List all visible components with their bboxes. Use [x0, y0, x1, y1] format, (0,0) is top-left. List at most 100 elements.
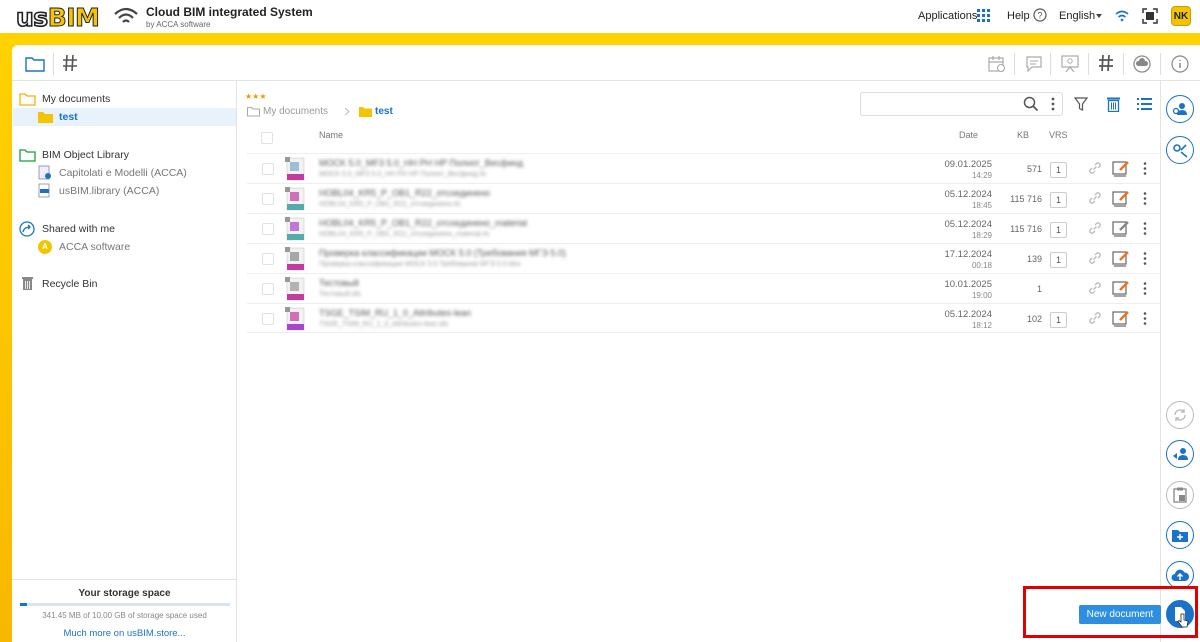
file-name[interactable]: Тестовый — [319, 278, 359, 288]
link-icon[interactable] — [1087, 160, 1103, 176]
breadcrumb-current[interactable]: test — [375, 106, 393, 117]
row-checkbox[interactable] — [262, 193, 274, 205]
edit-icon[interactable] — [1112, 219, 1130, 237]
help-icon[interactable]: ? — [1033, 8, 1047, 22]
edit-icon[interactable] — [1112, 159, 1130, 177]
usbim-logo[interactable]: usBIM — [15, 2, 100, 33]
more-vertical-icon[interactable] — [1142, 281, 1148, 296]
sidebar-item-recycle-bin[interactable]: Recycle Bin — [21, 276, 236, 291]
file-path: MOCK 5.0_MF3 5.0_HH PH HP Полнот_Весфинд… — [319, 171, 487, 178]
language-select[interactable]: English — [1059, 10, 1095, 22]
apps-grid-icon[interactable] — [977, 9, 990, 22]
sidebar-item-shared-with-me[interactable]: Shared with me — [19, 220, 236, 237]
comments-icon[interactable] — [1025, 55, 1043, 73]
toolbar-divider — [1014, 53, 1015, 75]
sync-button[interactable] — [1166, 401, 1194, 429]
cloud-download-icon[interactable] — [1133, 55, 1151, 73]
edit-icon[interactable] — [1112, 309, 1130, 327]
tag-hash-icon[interactable] — [1098, 54, 1114, 72]
more-vertical-icon[interactable] — [1142, 251, 1148, 266]
edit-icon[interactable] — [1112, 279, 1130, 297]
file-time: 14:29 — [971, 171, 992, 180]
clipboard-button[interactable] — [1166, 481, 1194, 509]
hashtag-view-icon[interactable] — [62, 54, 78, 72]
sidebar-item-acca-software[interactable]: A ACCA software — [38, 239, 236, 254]
more-vertical-icon[interactable] — [1142, 221, 1148, 236]
version-badge[interactable]: 1 — [1050, 192, 1067, 208]
link-icon[interactable] — [1087, 220, 1103, 236]
file-size: 139 — [1026, 254, 1042, 264]
tools-button[interactable] — [1166, 136, 1194, 164]
file-time: 19:00 — [971, 291, 992, 300]
file-name[interactable]: TSGE_TSIM_RU_1_0_Attributes-lean — [319, 308, 471, 318]
calendar-icon[interactable] — [988, 55, 1006, 73]
row-checkbox[interactable] — [262, 223, 274, 235]
connection-icon[interactable] — [1115, 9, 1129, 22]
sidebar-item-usbim-library[interactable]: usBIM.library (ACCA) — [38, 183, 236, 198]
table-row[interactable]: Проверка классификации MOCK 5.0 (Требова… — [247, 243, 1160, 273]
share-user-button[interactable] — [1166, 440, 1194, 468]
user-settings-button[interactable] — [1166, 95, 1194, 123]
table-row[interactable]: TSGE_TSIM_RU_1_0_Attributes-lean TSGE_TS… — [247, 303, 1160, 333]
store-link[interactable]: Much more on usBIM.store... — [12, 628, 237, 639]
file-name[interactable]: Проверка классификации MOCK 5.0 (Требова… — [319, 248, 566, 258]
file-name[interactable]: HOBL04_KR5_P_OB1_R22_отсоединено_materia… — [319, 218, 527, 228]
rating-stars[interactable]: ★★★ — [245, 92, 267, 101]
row-checkbox[interactable] — [262, 253, 274, 265]
edit-icon[interactable] — [1112, 189, 1130, 207]
column-kb[interactable]: KB — [1017, 130, 1029, 140]
more-vertical-icon[interactable] — [1142, 191, 1148, 206]
more-vertical-icon[interactable] — [1142, 311, 1148, 326]
applications-link[interactable]: Applications — [918, 10, 977, 22]
toolbar-divider — [1123, 53, 1124, 75]
chevron-down-icon[interactable] — [1096, 14, 1102, 18]
upload-button[interactable] — [1166, 561, 1194, 589]
file-name[interactable]: MOCK 5.0_MF3 5.0_HH PH HP Полнот_Весфинд — [319, 158, 523, 168]
link-icon[interactable] — [1087, 190, 1103, 206]
version-badge[interactable]: 1 — [1050, 222, 1067, 238]
column-date[interactable]: Date — [959, 130, 978, 140]
file-size: 115 716 — [1010, 224, 1042, 234]
fullscreen-icon[interactable] — [1142, 8, 1158, 24]
trash-icon[interactable] — [1106, 96, 1121, 112]
sidebar-item-my-documents[interactable]: My documents — [19, 91, 236, 106]
user-avatar[interactable]: NK — [1171, 6, 1191, 26]
file-date: 05.12.2024 — [944, 309, 992, 320]
column-name[interactable]: Name — [319, 130, 343, 140]
file-name[interactable]: HOBL04_KR5_P_OB1_R22_отсоединено — [319, 188, 490, 198]
breadcrumb-root[interactable]: My documents — [263, 106, 328, 117]
table-row[interactable]: Тестовый Тестовый.ids 10.01.2025 19:00 1 — [247, 273, 1160, 303]
help-link[interactable]: Help — [1007, 10, 1030, 22]
link-icon[interactable] — [1087, 250, 1103, 266]
file-size: 115 716 — [1010, 194, 1042, 204]
link-icon[interactable] — [1087, 280, 1103, 296]
search-icon[interactable] — [1023, 96, 1039, 112]
filter-icon[interactable] — [1074, 97, 1088, 111]
new-folder-button[interactable] — [1166, 521, 1194, 549]
column-vrs[interactable]: VRS — [1049, 130, 1068, 140]
sidebar-item-capitolati[interactable]: Capitolati e Modelli (ACCA) — [38, 165, 236, 180]
more-vertical-icon[interactable] — [1142, 161, 1148, 176]
more-vertical-icon[interactable] — [1050, 96, 1056, 112]
link-icon[interactable] — [1087, 310, 1103, 326]
table-row[interactable]: MOCK 5.0_MF3 5.0_HH PH HP Полнот_Весфинд… — [247, 153, 1160, 183]
info-icon[interactable] — [1171, 55, 1189, 73]
row-checkbox[interactable] — [262, 283, 274, 295]
version-badge[interactable]: 1 — [1050, 252, 1067, 268]
presentation-icon[interactable] — [1060, 54, 1080, 73]
version-badge[interactable]: 1 — [1050, 162, 1067, 178]
table-row[interactable]: HOBL04_KR5_P_OB1_R22_отсоединено_materia… — [247, 213, 1160, 243]
select-all-checkbox[interactable] — [261, 132, 273, 144]
sidebar-item-test[interactable]: test — [13, 108, 236, 126]
sidebar-item-bim-object-library[interactable]: BIM Object Library — [19, 147, 236, 162]
folder-view-icon[interactable] — [25, 55, 45, 72]
version-badge[interactable]: 1 — [1050, 312, 1067, 328]
list-view-icon[interactable] — [1137, 98, 1152, 110]
svg-text:?: ? — [1037, 11, 1042, 21]
row-checkbox[interactable] — [262, 163, 274, 175]
signal-logo-icon — [114, 7, 138, 23]
edit-icon[interactable] — [1112, 249, 1130, 267]
file-time: 18:29 — [971, 231, 992, 240]
row-checkbox[interactable] — [262, 313, 274, 325]
table-row[interactable]: HOBL04_KR5_P_OB1_R22_отсоединено HOBL04_… — [247, 183, 1160, 213]
